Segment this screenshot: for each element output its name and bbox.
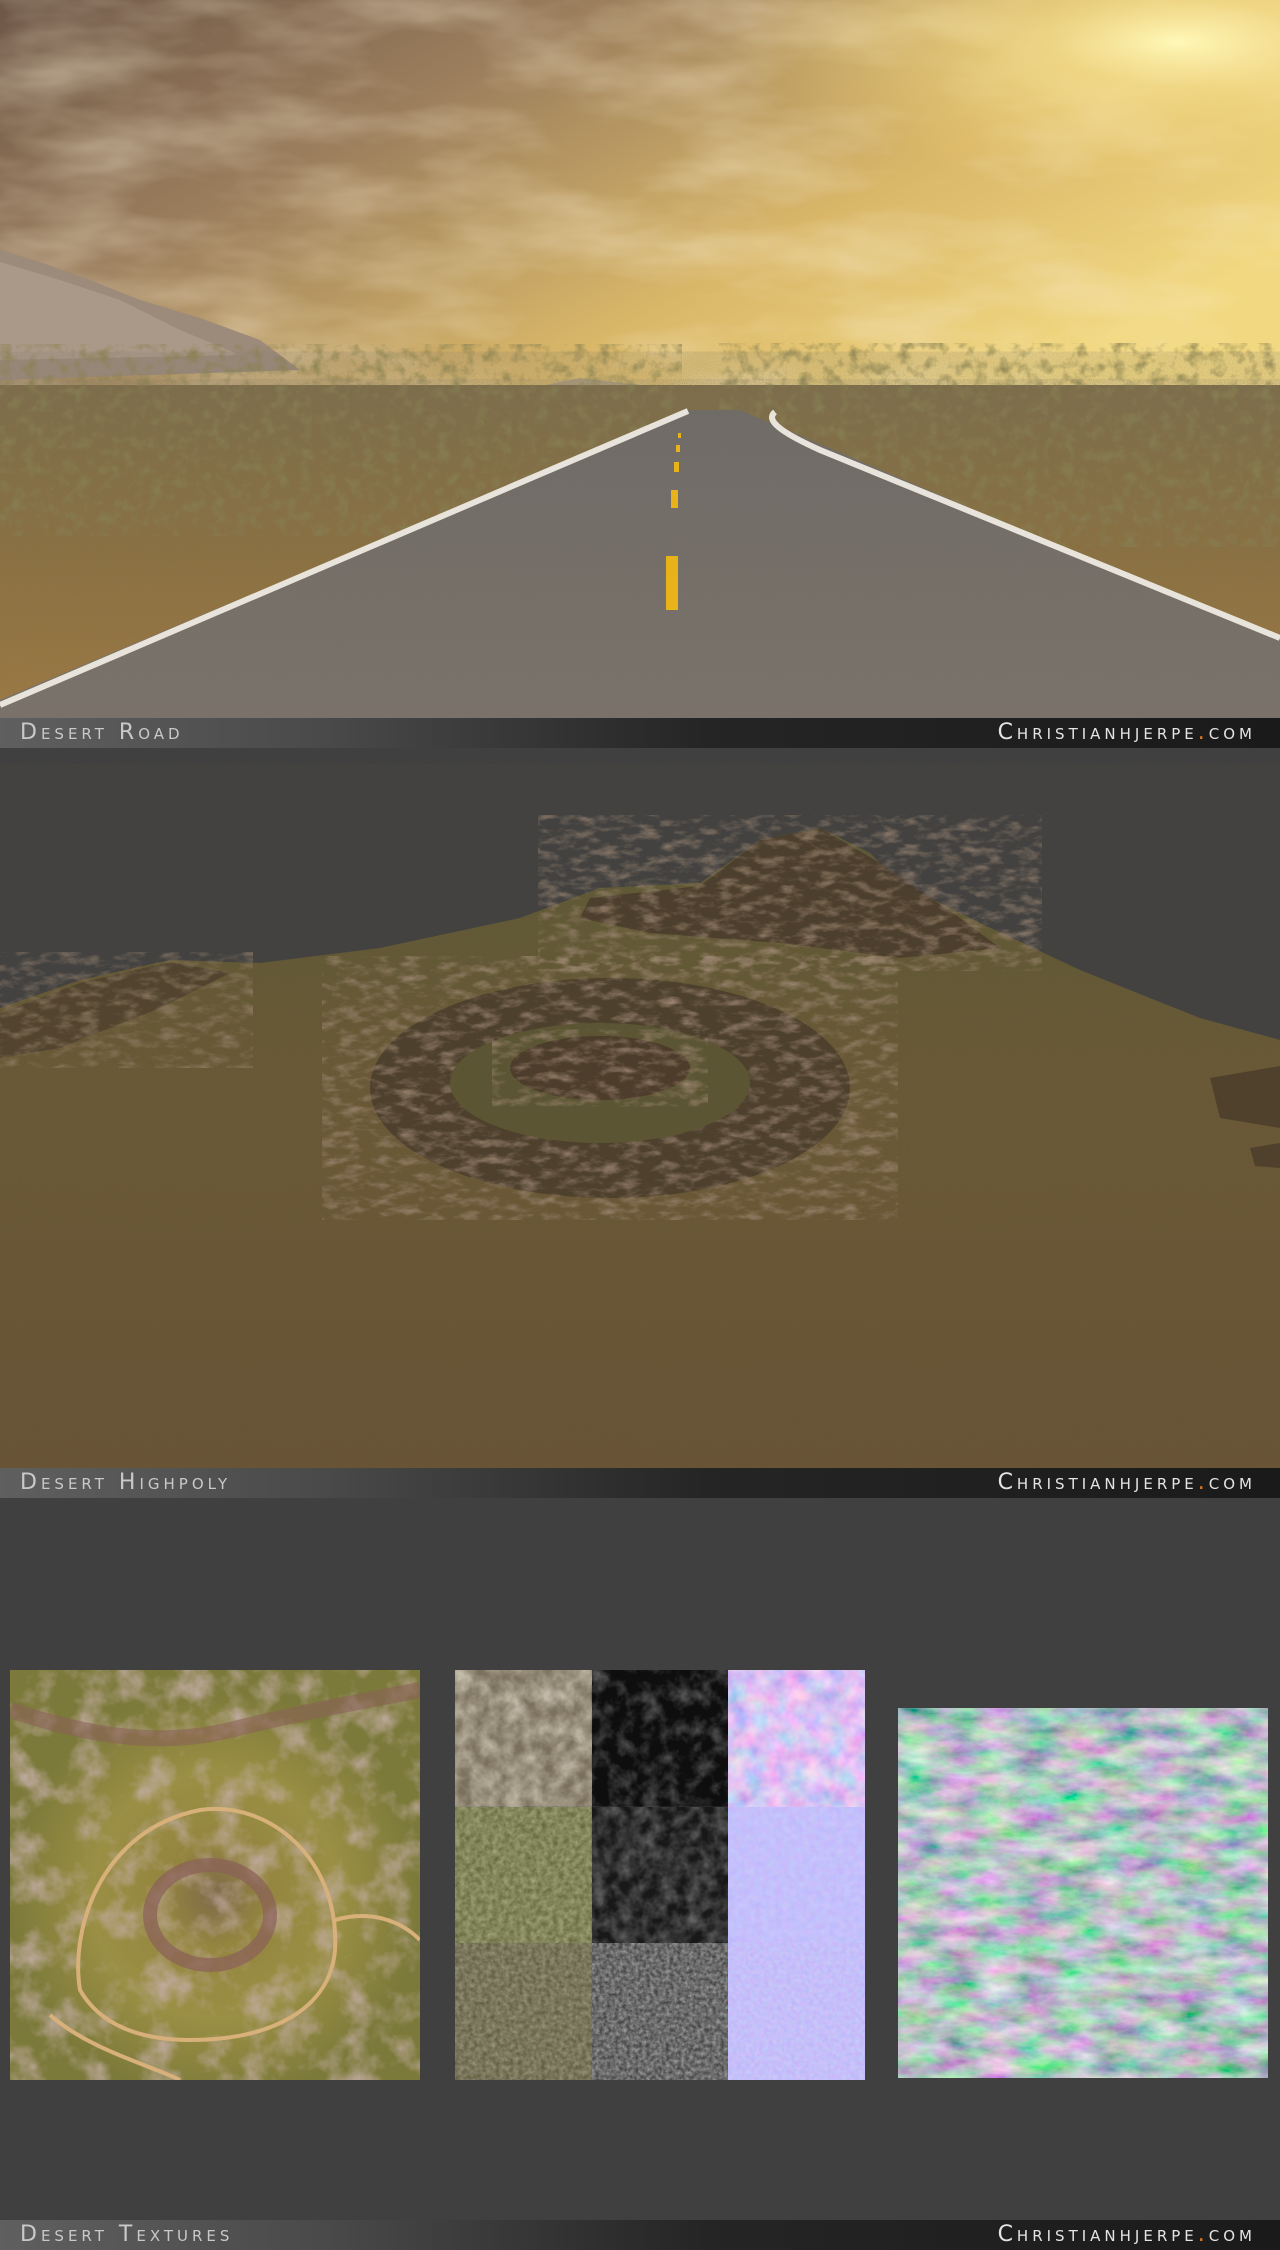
desert-road-render (0, 0, 1280, 718)
site-watermark: Christianhjerpe.com (997, 1470, 1256, 1495)
blend-mask-texture (898, 1708, 1268, 2078)
site-watermark: Christianhjerpe.com (997, 2222, 1256, 2247)
section-title: Desert Highpoly (20, 1470, 232, 1495)
desert-road-image (0, 0, 1280, 718)
texture-sheet-grid (455, 1670, 865, 2081)
rock-normal-texture (728, 1670, 865, 1807)
grass-normal-texture (728, 1806, 865, 1944)
desert-highpoly-render (0, 748, 1280, 1468)
section-title: Desert Textures (20, 2222, 234, 2247)
dirt-normal-texture (728, 1943, 865, 2081)
caption-bar-desert-road: Desert Road Christianhjerpe.com (0, 718, 1280, 748)
caption-bar-desert-highpoly: Desert Highpoly Christianhjerpe.com (0, 1468, 1280, 1498)
dirt-specular-texture (591, 1943, 729, 2081)
dirt-diffuse-texture (455, 1943, 592, 2081)
site-dot: . (1197, 720, 1209, 745)
rock-specular-texture (591, 1670, 729, 1807)
grass-diffuse-texture (455, 1806, 592, 1944)
site-dot: . (1197, 1470, 1209, 1495)
site-watermark: Christianhjerpe.com (997, 720, 1256, 745)
desert-textures-panel (0, 1498, 1280, 2220)
desert-highpoly-image (0, 748, 1280, 1468)
grass-specular-texture (591, 1806, 729, 1944)
section-title: Desert Road (20, 720, 184, 745)
terrain-colormap-texture (10, 1670, 420, 2080)
site-dot: . (1197, 2222, 1209, 2247)
caption-bar-desert-textures: Desert Textures Christianhjerpe.com (0, 2220, 1280, 2250)
rock-diffuse-texture (455, 1670, 592, 1807)
